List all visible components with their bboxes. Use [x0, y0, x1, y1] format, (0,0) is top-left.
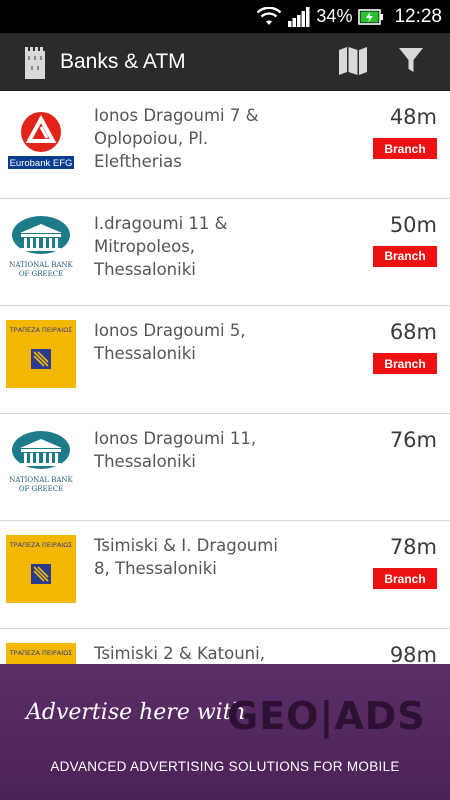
branch-badge: Branch	[373, 245, 437, 267]
ad-headline: Advertise here with	[26, 700, 246, 725]
national-bank-logo: NATIONAL BANK OF GREECE	[6, 428, 76, 496]
map-icon	[337, 45, 369, 79]
piraeus-logo: ΤΡΑΠΕΖΑ ΠΕΙΡΑΙΩΣ	[6, 535, 76, 603]
branch-badge: Branch	[373, 138, 437, 159]
ad-banner[interactable]: Advertise here with GEO|ADS ADVANCED ADV…	[0, 664, 450, 800]
distance: 68m	[389, 320, 437, 344]
svg-text:OF GREECE: OF GREECE	[19, 485, 63, 493]
address: Ionos Dragoumi 7 & Oplopoiou, Pl. Elefth…	[94, 106, 259, 171]
national-bank-logo: NATIONAL BANK OF GREECE	[6, 213, 76, 281]
ad-brand-logo: GEO|ADS	[227, 694, 426, 738]
ad-tagline: ADVANCED ADVERTISING SOLUTIONS FOR MOBIL…	[50, 759, 400, 774]
address: Ionos Dragoumi 5, Thessaloniki	[94, 321, 246, 363]
filter-icon	[398, 46, 424, 78]
distance: 48m	[389, 105, 437, 129]
battery-percent: 34%	[316, 6, 353, 26]
piraeus-logo-text: ΤΡΑΠΕΖΑ ΠΕΙΡΑΙΩΣ	[9, 541, 73, 549]
distance: 78m	[389, 535, 437, 559]
svg-text:NATIONAL BANK: NATIONAL BANK	[9, 476, 73, 484]
address: Ionos Dragoumi 11, Thessaloniki	[94, 428, 257, 471]
piraeus-logo: ΤΡΑΠΕΖΑ ΠΕΙΡΑΙΩΣ	[6, 642, 76, 664]
bank-list[interactable]: Eurobank EFG Ionos Dragoumi 7 & Oplopoio…	[0, 91, 450, 664]
list-item[interactable]: ΤΡΑΠΕΖΑ ΠΕΙΡΑΙΩΣ Tsimiski & I. Dragoumi …	[0, 521, 450, 629]
distance: 98m	[389, 642, 437, 665]
svg-text:OF GREECE: OF GREECE	[19, 270, 63, 278]
action-bar: Banks & ATM	[0, 33, 450, 91]
list-item[interactable]: NATIONAL BANK OF GREECE Ionos Dragoumi 1…	[0, 414, 450, 521]
address: Tsimiski & I. Dragoumi 8, Thessaloniki	[94, 536, 278, 578]
piraeus-logo: ΤΡΑΠΕΖΑ ΠΕΙΡΑΙΩΣ	[6, 320, 76, 388]
clock: 12:28	[394, 5, 442, 27]
branch-badge: Branch	[373, 568, 437, 589]
page-title: Banks & ATM	[60, 49, 186, 73]
status-bar: 34% 12:28	[0, 0, 450, 33]
filter-button[interactable]	[382, 33, 440, 91]
list-item[interactable]: Eurobank EFG Ionos Dragoumi 7 & Oplopoio…	[0, 91, 450, 199]
svg-text:NATIONAL BANK: NATIONAL BANK	[9, 261, 73, 269]
battery-charging-icon	[358, 8, 384, 25]
piraeus-logo-text: ΤΡΑΠΕΖΑ ΠΕΙΡΑΙΩΣ	[9, 326, 73, 334]
list-item[interactable]: ΤΡΑΠΕΖΑ ΠΕΙΡΑΙΩΣ Ionos Dragoumi 5, Thess…	[0, 306, 450, 414]
list-item[interactable]: NATIONAL BANK OF GREECE I.dragoumi 11 & …	[0, 199, 450, 306]
address: I.dragoumi 11 & Mitropoleos, Thessalonik…	[94, 213, 228, 279]
map-button[interactable]	[324, 33, 382, 91]
wifi-icon	[256, 6, 282, 27]
distance: 50m	[389, 212, 437, 237]
eurobank-logo: Eurobank EFG	[6, 105, 76, 173]
piraeus-logo-text: ΤΡΑΠΕΖΑ ΠΕΙΡΑΙΩΣ	[9, 649, 73, 657]
eurobank-logo-text: Eurobank EFG	[10, 158, 73, 169]
signal-icon	[288, 6, 310, 27]
address: Tsimiski 2 & Katouni,	[94, 643, 265, 663]
branch-badge: Branch	[373, 353, 437, 374]
distance: 76m	[389, 427, 437, 452]
list-item[interactable]: ΤΡΑΠΕΖΑ ΠΕΙΡΑΙΩΣ Tsimiski 2 & Katouni, 9…	[0, 629, 450, 665]
app-tower-icon[interactable]	[22, 44, 48, 80]
